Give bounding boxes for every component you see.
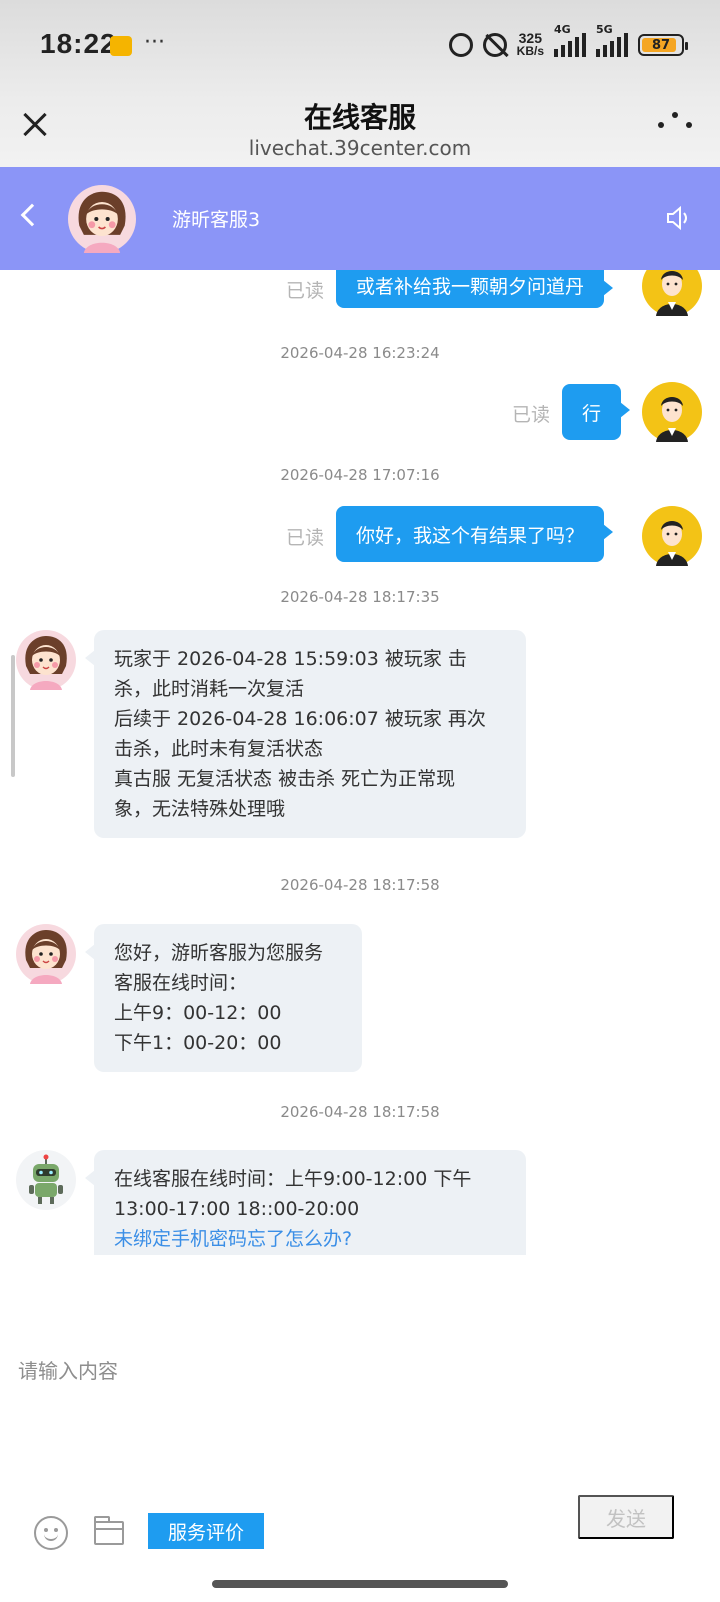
more-notifications-icon: ··· (144, 30, 165, 55)
outgoing-message[interactable]: 或者补给我一颗朝夕问道丹 (336, 270, 614, 308)
back-icon[interactable] (20, 203, 44, 227)
signal-sim2-icon: 5G (596, 23, 628, 57)
status-icons: 325 KB/s 4G 5G 87 (448, 23, 688, 58)
folder-icon[interactable] (94, 1516, 124, 1545)
page-title: 在线客服 (303, 101, 416, 134)
timestamp: 2026-04-28 18:17:58 (280, 1103, 440, 1121)
timestamp: 2026-04-28 18:17:58 (280, 876, 440, 894)
rate-service-button[interactable]: 服务评价 (148, 1513, 264, 1549)
user-avatar (642, 270, 702, 316)
status-bar: 18:22 ··· 325 KB/s 4G 5G 87 (0, 0, 720, 90)
outgoing-message[interactable]: 行 (562, 384, 631, 440)
send-button[interactable]: 发送 (578, 1495, 674, 1539)
timestamp: 2026-04-28 18:17:35 (280, 588, 440, 606)
notification-app-icon (110, 36, 132, 56)
agent-avatar (16, 630, 76, 690)
more-icon[interactable] (658, 112, 692, 132)
read-receipt: 已读 (286, 280, 325, 302)
user-avatar (642, 382, 702, 442)
status-time: 18:22 (40, 28, 117, 59)
home-indicator[interactable] (212, 1580, 508, 1588)
incoming-message[interactable]: 在线客服在线时间：上午9:00-12:00 下午 13:00-17:00 18:… (85, 1150, 526, 1255)
incoming-message[interactable]: 玩家于 2026-04-28 15:59:03 被玩家 击 杀，此时消耗一次复活… (85, 630, 526, 838)
battery-icon: 87 (638, 34, 688, 56)
agent-name: 游昕客服3 (172, 209, 261, 231)
incoming-message[interactable]: 您好，游昕客服为您服务 客服在线时间： 上午9：00-12：00 下午1：00-… (85, 924, 362, 1072)
read-receipt: 已读 (286, 527, 325, 549)
message-input-placeholder: 请输入内容 (18, 1359, 118, 1383)
signal-sim1-icon: 4G (554, 23, 586, 57)
net-speed: 325 KB/s (516, 30, 544, 58)
timestamp: 2026-04-28 16:23:24 (280, 344, 440, 362)
alarm-icon (448, 33, 473, 57)
agent-avatar (68, 185, 136, 253)
outgoing-message[interactable]: 你好，我这个有结果了吗？ (336, 506, 614, 562)
scrollbar[interactable] (11, 655, 15, 777)
robot-avatar (16, 1150, 76, 1210)
emoji-icon[interactable] (34, 1516, 68, 1550)
faq-link[interactable]: 未绑定手机密码忘了怎么办? (114, 1224, 506, 1254)
composer: 请输入内容 服务评价 发送 (0, 1255, 720, 1602)
chat-header: 游昕客服3 (0, 167, 720, 270)
page-url: livechat.39center.com (248, 136, 472, 160)
timestamp: 2026-04-28 17:07:16 (280, 466, 440, 484)
user-avatar (642, 506, 702, 566)
read-receipt: 已读 (512, 404, 551, 426)
mute-icon (482, 33, 507, 57)
browser-header: 18:22 ··· 325 KB/s 4G 5G 87 在线客服 livecha… (0, 0, 720, 167)
agent-avatar (16, 924, 76, 984)
speaker-icon[interactable] (666, 205, 690, 231)
chat-history[interactable]: 已读 或者补给我一颗朝夕问道丹 2026-04-28 16:23:24 已读 行… (0, 270, 720, 1255)
